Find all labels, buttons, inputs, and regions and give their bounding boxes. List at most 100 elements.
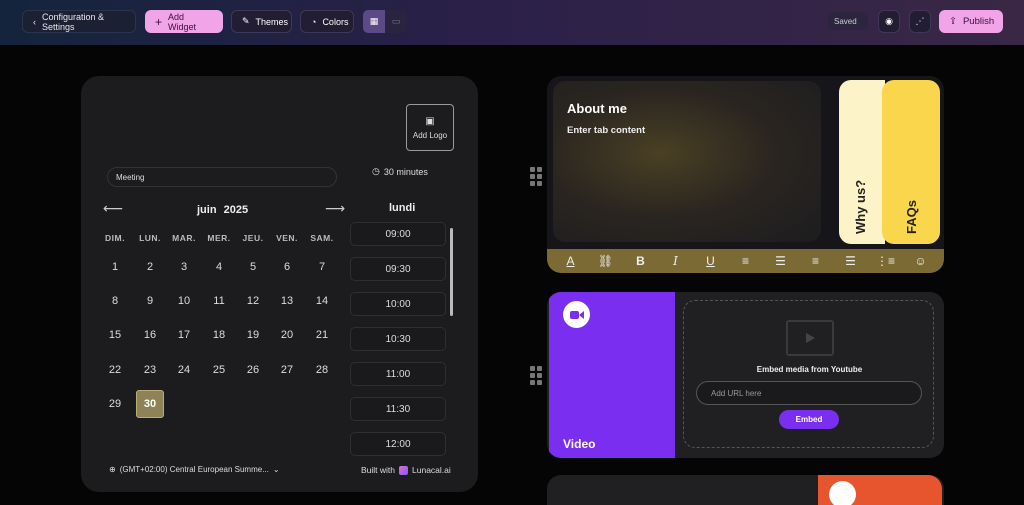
time-slot[interactable]: 11:30 <box>350 397 446 421</box>
selected-day[interactable]: 30 <box>136 390 164 418</box>
video-url-input[interactable]: Add URL here <box>696 381 922 405</box>
upload-icon: ⇪ <box>949 16 957 27</box>
tab-title[interactable]: About me <box>567 101 627 116</box>
calendar-day[interactable]: 5 <box>239 253 267 281</box>
drag-handle-icon[interactable] <box>530 366 542 385</box>
day-of-week-label: MAR. <box>172 233 196 243</box>
calendar-day[interactable]: 2 <box>136 253 164 281</box>
align-right-icon[interactable]: ☰ <box>841 254 861 268</box>
calendar-day[interactable]: 3 <box>170 253 198 281</box>
back-label: Configuration & Settings <box>42 11 105 32</box>
text-color-icon[interactable]: A <box>561 254 581 268</box>
calendar-day[interactable]: 6 <box>273 253 301 281</box>
layout-icon: ▭ <box>391 16 401 26</box>
about-tabs-widget: About me Enter tab content Why us? FAQs … <box>547 76 944 273</box>
colors-button[interactable]: ◔ Colors <box>300 10 354 33</box>
themes-button[interactable]: ✎ Themes <box>231 10 292 33</box>
grid-icon: ▦ <box>369 16 379 26</box>
back-button[interactable]: ‹ Configuration & Settings <box>22 10 136 33</box>
calendar-day[interactable]: 9 <box>136 287 164 315</box>
calendar-day[interactable]: 11 <box>205 287 233 315</box>
calendar-day[interactable]: 15 <box>101 321 129 349</box>
timezone-selector[interactable]: ⊕ (GMT+02:00) Central European Summe... … <box>109 465 280 474</box>
meeting-title-input[interactable]: Meeting <box>107 167 337 187</box>
time-slot[interactable]: 09:30 <box>350 257 446 281</box>
underline-icon[interactable]: U <box>701 254 721 268</box>
calendar-day[interactable]: 26 <box>239 356 267 384</box>
italic-icon[interactable]: I <box>666 254 686 268</box>
time-slot[interactable]: 10:00 <box>350 292 446 316</box>
align-left-icon[interactable]: ☰ <box>771 254 791 268</box>
publish-label: Publish <box>962 16 995 27</box>
align-justify-icon[interactable]: ≡ <box>736 254 756 268</box>
next-month-arrow-icon[interactable]: ⟶ <box>325 200 345 217</box>
calendar-day[interactable]: 10 <box>170 287 198 315</box>
single-view-button[interactable]: ▭ <box>385 10 407 33</box>
calendar-day[interactable]: 8 <box>101 287 129 315</box>
prev-month-arrow-icon[interactable]: ⟵ <box>103 200 123 217</box>
embed-button[interactable]: Embed <box>779 410 839 429</box>
month-label: juin <box>197 204 217 216</box>
calendar-day[interactable]: 29 <box>101 390 129 418</box>
calendar-day[interactable]: 12 <box>239 287 267 315</box>
calendar-day[interactable]: 25 <box>205 356 233 384</box>
ordered-list-icon[interactable]: ⋮≡ <box>876 254 896 268</box>
calendar-day[interactable]: 27 <box>273 356 301 384</box>
booking-calendar-widget: ▣ Add Logo Meeting ◷ 30 minutes ⟵ juin 2… <box>81 76 478 492</box>
calendar-day[interactable]: 20 <box>273 321 301 349</box>
tab-why-us[interactable]: Why us? <box>839 80 885 244</box>
time-slot[interactable]: 12:00 <box>350 432 446 456</box>
calendar-day[interactable]: 17 <box>170 321 198 349</box>
time-slot[interactable]: 10:30 <box>350 327 446 351</box>
calendar-day[interactable]: 21 <box>308 321 336 349</box>
video-camera-icon <box>563 301 590 328</box>
drag-handle-icon[interactable] <box>530 167 542 186</box>
add-widget-button[interactable]: + Add Widget <box>145 10 223 33</box>
calendar-day[interactable]: 14 <box>308 287 336 315</box>
calendar-day[interactable]: 16 <box>136 321 164 349</box>
grid-view-button[interactable]: ▦ <box>363 10 385 33</box>
calendar-day[interactable]: 4 <box>205 253 233 281</box>
emoji-icon[interactable]: ☺ <box>911 254 931 268</box>
preview-button[interactable]: ◉ <box>878 10 900 33</box>
time-slots-scrollbar[interactable] <box>450 228 453 316</box>
video-label: Video <box>563 437 596 451</box>
calendar-day[interactable]: 19 <box>239 321 267 349</box>
link-icon[interactable]: ⛓ <box>596 254 616 268</box>
palette-icon: ◔ <box>311 16 317 27</box>
share-button[interactable]: ⋰ <box>909 10 931 33</box>
calendar-day[interactable]: 18 <box>205 321 233 349</box>
duration-label: 30 minutes <box>383 166 428 177</box>
bold-icon[interactable]: B <box>631 254 651 268</box>
add-logo-button[interactable]: ▣ Add Logo <box>406 104 454 151</box>
day-of-week-label: SAM. <box>310 233 334 243</box>
lunacal-logo-icon <box>399 465 409 475</box>
day-of-week-label: DIM. <box>105 233 125 243</box>
eye-icon: ◉ <box>885 16 893 26</box>
calendar-day[interactable]: 28 <box>308 356 336 384</box>
tab-body[interactable]: Enter tab content <box>567 125 645 136</box>
align-center-icon[interactable]: ≡ <box>806 254 826 268</box>
text-format-toolbar: A ⛓ B I U ≡ ☰ ≡ ☰ ⋮≡ ☺ <box>547 249 944 273</box>
embed-dropzone: Embed media from Youtube Add URL here Em… <box>683 300 934 448</box>
clock-icon: ◷ <box>372 166 380 176</box>
calendar-day[interactable]: 1 <box>101 253 129 281</box>
calendar-day[interactable]: 23 <box>136 356 164 384</box>
calendar-day[interactable]: 13 <box>273 287 301 315</box>
built-with-footer: Built with Lunacal.ai <box>361 465 451 475</box>
tab-faqs-label: FAQs <box>904 200 919 234</box>
brand-link[interactable]: Lunacal.ai <box>412 465 451 475</box>
time-slot[interactable]: 11:00 <box>350 362 446 386</box>
tab-faqs[interactable]: FAQs <box>882 80 940 244</box>
tab-why-us-label: Why us? <box>853 179 868 234</box>
month-year-label: juin 2025 <box>197 204 248 216</box>
calendar-day[interactable]: 22 <box>101 356 129 384</box>
brush-icon: ✎ <box>242 16 250 26</box>
calendar-day[interactable]: 7 <box>308 253 336 281</box>
publish-button[interactable]: ⇪ Publish <box>939 10 1003 33</box>
saved-indicator: Saved <box>828 12 868 30</box>
tab-content-area[interactable]: About me Enter tab content <box>553 81 821 242</box>
time-slot[interactable]: 09:00 <box>350 222 446 246</box>
calendar-day[interactable]: 24 <box>170 356 198 384</box>
themes-label: Themes <box>255 16 289 27</box>
